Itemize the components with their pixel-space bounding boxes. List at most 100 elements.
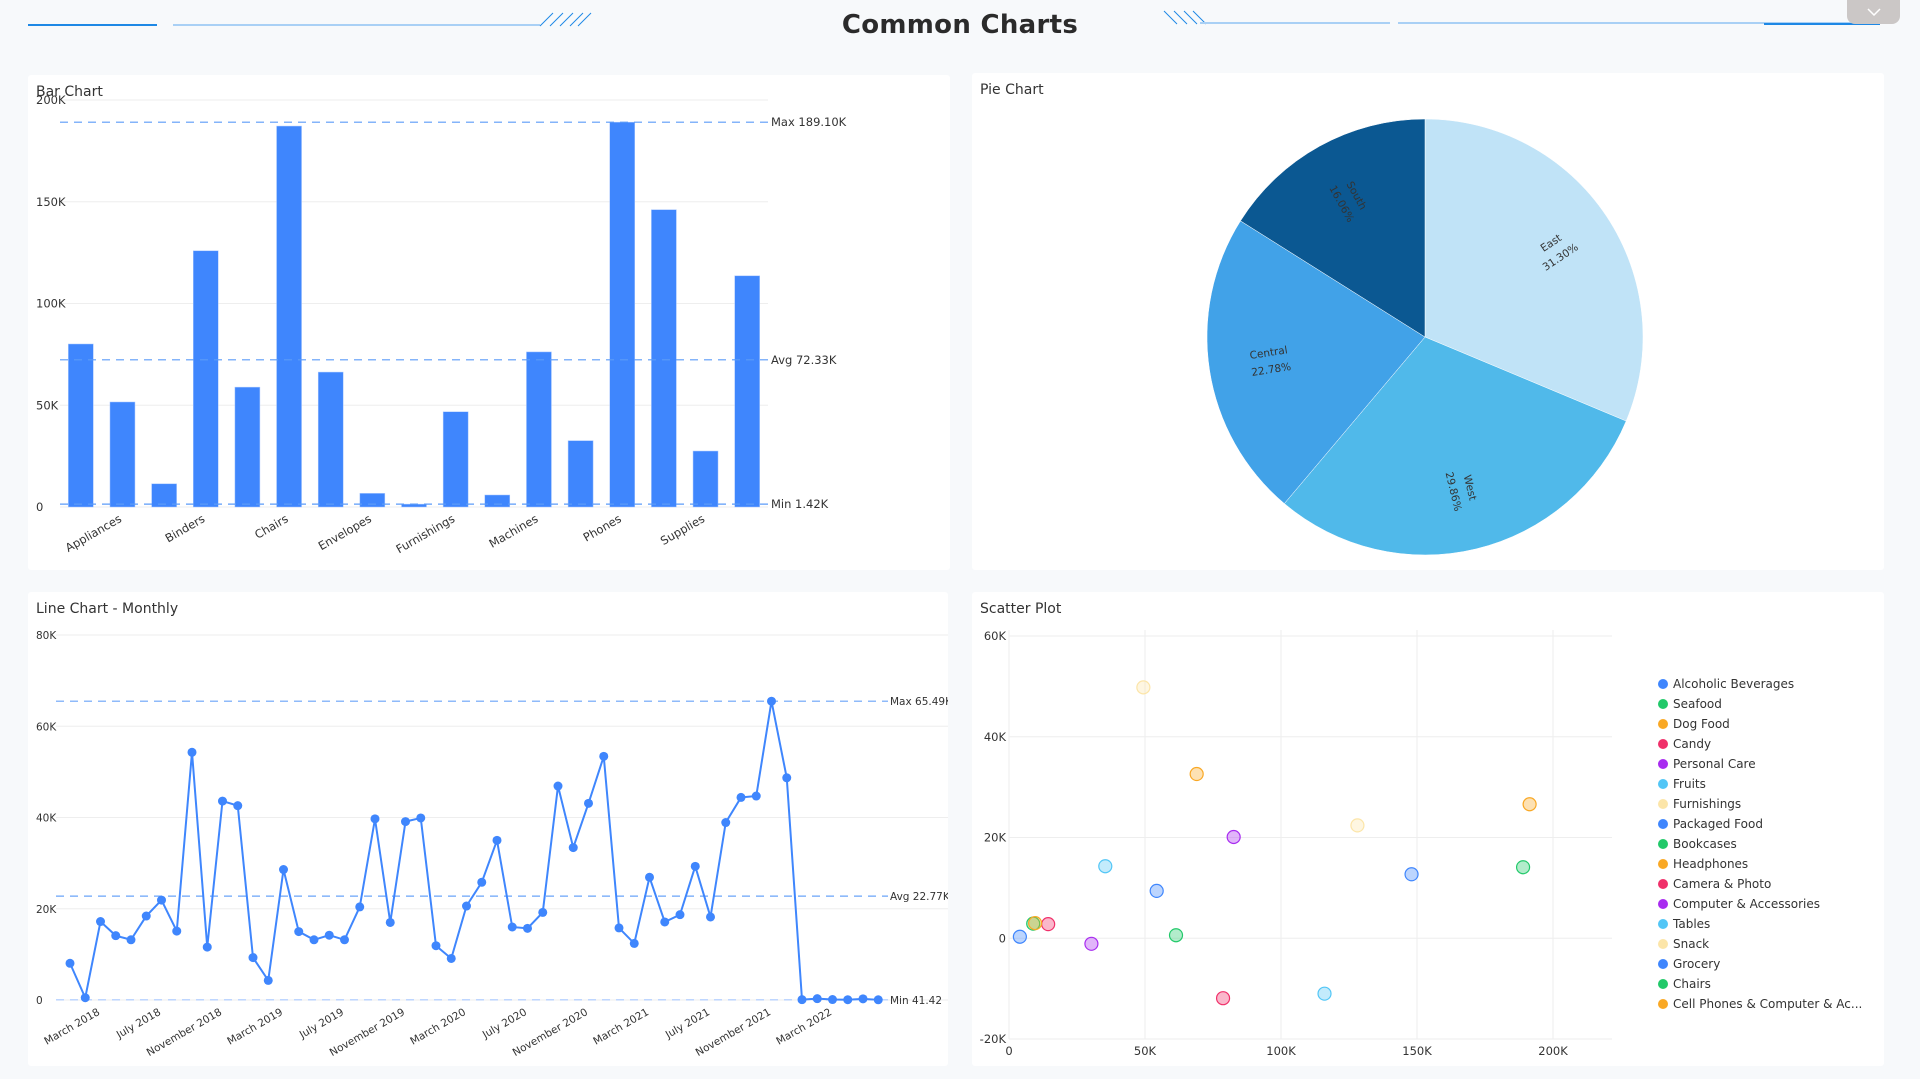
legend-dot-icon [1658,899,1668,909]
legend-item[interactable]: Fruits [1658,774,1862,794]
x-tick-label: Envelopes [316,511,374,553]
min-mark-label: Min 41.42 [890,995,942,1007]
scatter-point [1028,916,1043,931]
line-point [294,927,304,937]
legend-dot-icon [1658,719,1668,729]
legend-item[interactable]: Snack [1658,934,1862,954]
legend-item[interactable]: Bookcases [1658,834,1862,854]
legend-item[interactable]: Dog Food [1658,714,1862,734]
line-point [599,751,609,761]
line-point [782,773,792,783]
legend-item[interactable]: Personal Care [1658,754,1862,774]
legend-label: Camera & Photo [1673,877,1772,891]
line-point [843,995,853,1005]
y-tick-label: 20K [984,831,1007,845]
legend-item[interactable]: Headphones [1658,854,1862,874]
y-tick-label: 40K [36,813,57,825]
legend-item[interactable]: Cell Phones & Computer & Ac... [1658,994,1862,1014]
legend-item[interactable]: Alcoholic Beverages [1658,674,1862,694]
legend-item[interactable]: Packaged Food [1658,814,1862,834]
legend-item[interactable]: Grocery [1658,954,1862,974]
line-point [492,835,502,845]
legend-label: Snack [1673,937,1710,951]
x-tick-label: 200K [1538,1044,1568,1058]
x-tick-label: Supplies [658,511,707,547]
legend-item[interactable]: Seafood [1658,694,1862,714]
page-title: Common Charts [841,10,1079,40]
legend-dot-icon [1658,699,1668,709]
line-point [126,935,136,945]
line-point [218,796,227,806]
scatter-point [1215,991,1231,1006]
scatter-point [1350,818,1365,833]
y-tick-label: 0 [999,931,1006,945]
scatter-point [1041,917,1056,932]
y-tick-label: 50K [36,398,59,412]
x-tick-label: March 2022 [774,1006,834,1047]
legend-item[interactable]: Camera & Photo [1658,874,1862,894]
y-tick-label: 0 [36,995,43,1007]
legend-label: Packaged Food [1673,817,1763,831]
line-point [507,922,517,932]
line-point [324,930,334,940]
bar [359,493,386,508]
bar-chart-title: Bar Chart [36,84,103,100]
line-point [309,935,319,945]
line-chart-panel: Line Chart - Monthly 0 20K 40K 60K 80K Max 65… [28,592,968,1066]
line-point [96,917,105,927]
line-point [370,814,380,824]
line-chart-title: Line Chart - Monthly [36,601,179,617]
y-tick-label: 100K [36,297,66,311]
scatter-point [1515,860,1531,875]
legend-item[interactable]: Chairs [1658,974,1862,994]
legend-label: Bookcases [1673,837,1737,851]
bar [442,411,469,508]
x-tick-label: Machines [487,511,541,550]
x-tick-label: July 2019 [297,1006,346,1041]
legend-item[interactable]: Computer & Accessories [1658,894,1862,914]
legend-dot-icon [1658,679,1668,689]
scatter-point [1149,883,1164,898]
line-point [828,995,837,1005]
scatter-legend: Alcoholic Beverages Seafood Dog Food Candy P… [1658,674,1862,1014]
legend-label: Candy [1673,737,1712,751]
legend-item[interactable]: Candy [1658,734,1862,754]
legend-label: Computer & Accessories [1673,897,1820,911]
bar-chart: 050K100K150K200KAppliances Binders Chairs E… [36,93,847,556]
line-point [614,923,624,933]
avg-mark-label: Avg 72.33K [771,353,837,367]
line-point [736,792,746,802]
pie-chart-panel: Pie Chart East 31.30% West 29.86% Central 22.… [972,73,1884,570]
legend-dot-icon [1658,939,1668,949]
legend-dot-icon [1658,919,1668,929]
max-mark-label: Max 189.10K [771,115,847,129]
collapse-dropdown-button[interactable] [1847,0,1900,24]
legend-label: Tables [1673,917,1711,931]
legend-label: Personal Care [1673,757,1756,771]
line-point [721,818,731,828]
legend-item[interactable]: Tables [1658,914,1862,934]
legend-dot-icon [1658,999,1668,1009]
legend-label: Seafood [1673,697,1722,711]
x-tick-label: July 2018 [114,1006,163,1041]
legend-label: Fruits [1673,777,1706,791]
pie-chart: East31.30%West29.86%Central22.78%South16… [1206,118,1644,556]
line-point [706,912,715,922]
y-tick-label: 0 [36,500,43,514]
legend-dot-icon [1658,759,1668,769]
bar [109,401,136,508]
scatter-point [1317,986,1332,1001]
scatter-point [1012,929,1027,944]
header: Common Charts [0,0,1920,60]
legend-item[interactable]: Furnishings [1658,794,1862,814]
x-tick-label: July 2020 [480,1006,529,1041]
x-tick-label: Binders [163,511,208,545]
line-point [690,861,700,871]
line-point [263,975,273,985]
legend-label: Furnishings [1673,797,1742,811]
scatter-chart-panel: Scatter Plot -20K 0 20K 40K 60K 0 50K 100K 150K 2… [972,592,1884,1066]
y-tick-label: 40K [984,730,1007,744]
line-point [568,843,578,853]
line-point [233,801,243,811]
scatter-point [1098,859,1113,874]
